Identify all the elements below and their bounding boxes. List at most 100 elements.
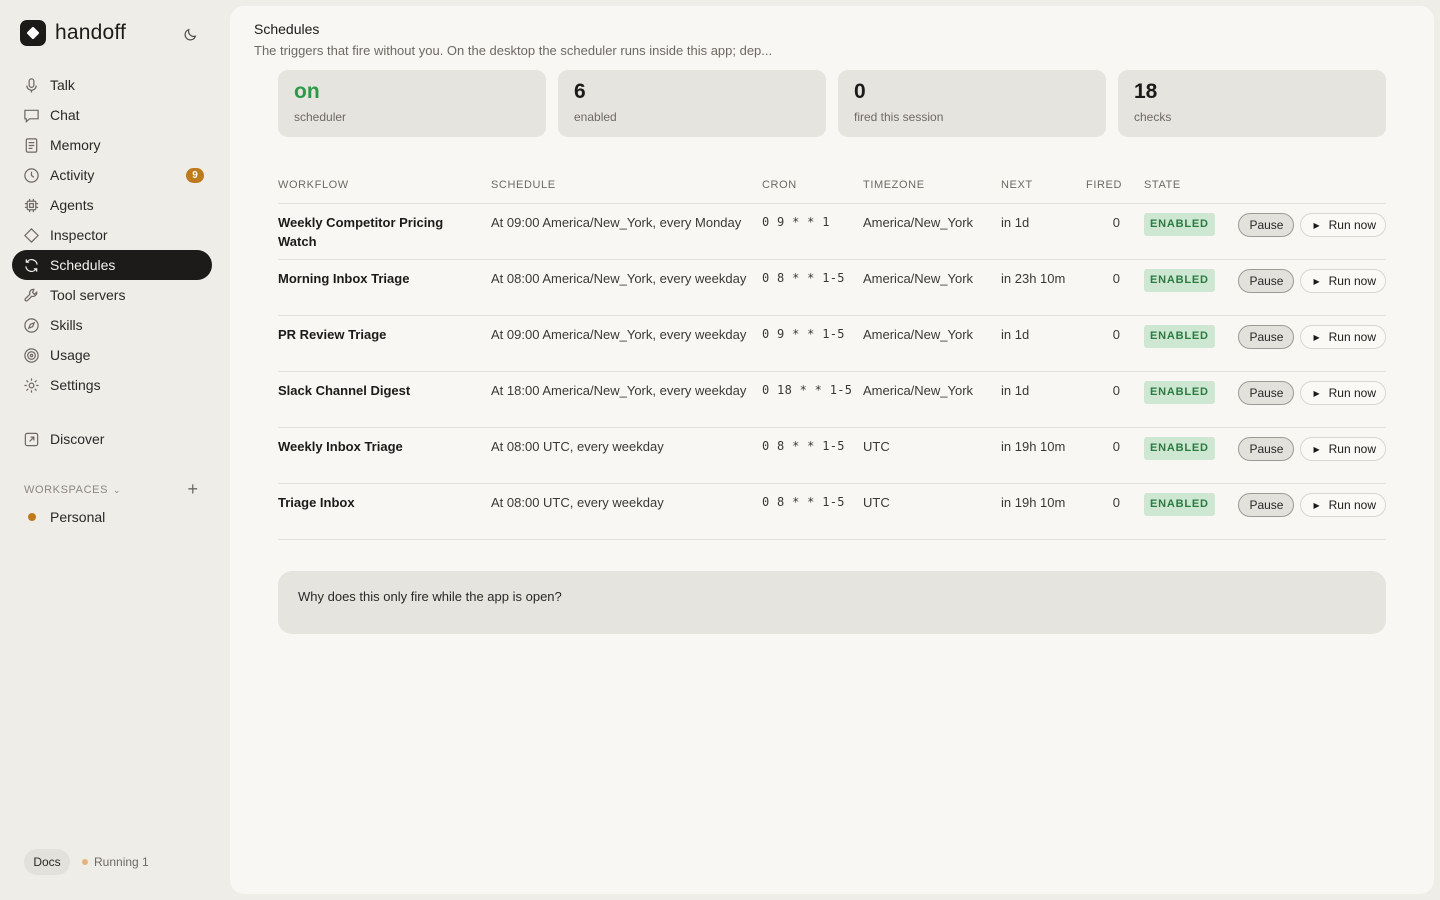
column-header-timezone[interactable]: TIMEZONE (863, 174, 1001, 204)
workflow-name[interactable]: PR Review Triage (278, 315, 491, 372)
next-run: in 19h 10m (1001, 483, 1086, 540)
run-now-label: Run now (1328, 385, 1376, 400)
workflow-name[interactable]: Slack Channel Digest (278, 371, 491, 428)
workspace-item-personal[interactable]: Personal (24, 506, 105, 528)
run-now-button[interactable]: ▶ Run now (1300, 380, 1386, 405)
column-header-schedule[interactable]: SCHEDULE (491, 174, 762, 204)
cpu-icon (24, 198, 39, 212)
diamond-icon (24, 227, 39, 243)
faq-disclosure[interactable]: Why does this only fire while the app is… (278, 571, 1386, 634)
table-row: PR Review Triage At 09:00 America/New_Yo… (278, 315, 1386, 372)
pause-button[interactable]: Pause (1238, 492, 1295, 517)
workspace-color-dot (28, 513, 36, 521)
sidebar-item-label: Discover (50, 431, 105, 447)
sidebar-item-tool-servers[interactable]: Tool servers (12, 280, 212, 310)
play-icon: ▶ (1313, 500, 1320, 510)
sidebar-item-agents[interactable]: Agents (12, 190, 212, 220)
row-actions: Pause ▶ Run now (1232, 371, 1386, 428)
run-now-button[interactable]: ▶ Run now (1300, 492, 1386, 517)
timezone: UTC (863, 483, 1001, 540)
sidebar-item-activity[interactable]: Activity 9 (12, 160, 212, 190)
run-now-label: Run now (1328, 497, 1376, 512)
docs-button[interactable]: Docs (24, 849, 70, 875)
sidebar-item-discover[interactable]: Discover (12, 424, 212, 454)
schedule-description: At 08:00 UTC, every weekday (491, 483, 762, 540)
stat-label: fired this session (854, 110, 944, 124)
gear-icon (24, 377, 39, 393)
state-cell: ENABLED (1144, 371, 1232, 428)
sidebar-item-settings[interactable]: Settings (12, 370, 212, 400)
run-now-label: Run now (1328, 329, 1376, 344)
chevron-down-icon: ⌄ (113, 484, 122, 495)
running-status[interactable]: Running 1 (82, 855, 149, 869)
sidebar-item-schedules[interactable]: Schedules (12, 250, 212, 280)
sidebar-item-memory[interactable]: Memory (12, 130, 212, 160)
discover-section: Discover (12, 424, 212, 454)
run-now-button[interactable]: ▶ Run now (1300, 268, 1386, 293)
cron-expression: 0 8 * * 1-5 (762, 427, 863, 484)
play-icon: ▶ (1313, 332, 1320, 342)
running-status-dot (82, 859, 88, 865)
next-run: in 19h 10m (1001, 427, 1086, 484)
brand[interactable]: handoff (20, 20, 126, 46)
row-actions: Pause ▶ Run now (1232, 427, 1386, 484)
sidebar-item-label: Usage (50, 347, 91, 363)
sidebar-item-chat[interactable]: Chat (12, 100, 212, 130)
workflow-name[interactable]: Weekly Competitor Pricing Watch (278, 203, 491, 260)
stat-label: checks (1134, 110, 1172, 124)
pause-button[interactable]: Pause (1238, 268, 1295, 293)
workspaces-header[interactable]: WORKSPACES ⌄ + (24, 480, 202, 498)
stat-card-checks: 18 checks (1118, 70, 1386, 137)
table-row: Triage Inbox At 08:00 UTC, every weekday… (278, 483, 1386, 540)
timezone: America/New_York (863, 371, 1001, 428)
timezone: America/New_York (863, 315, 1001, 372)
run-now-button[interactable]: ▶ Run now (1300, 324, 1386, 349)
state-cell: ENABLED (1144, 259, 1232, 316)
state-cell: ENABLED (1144, 483, 1232, 540)
add-workspace-icon[interactable]: + (184, 480, 202, 498)
pause-button[interactable]: Pause (1238, 324, 1295, 349)
run-now-button[interactable]: ▶ Run now (1300, 212, 1386, 237)
column-header-next[interactable]: NEXT (1001, 174, 1086, 204)
sidebar-item-label: Inspector (50, 227, 108, 243)
state-cell: ENABLED (1144, 427, 1232, 484)
schedules-table: WORKFLOW SCHEDULE CRON TIMEZONE NEXT FIR… (278, 174, 1386, 540)
next-run: in 1d (1001, 371, 1086, 428)
column-header-fired[interactable]: FIRED (1086, 174, 1144, 204)
next-run: in 23h 10m (1001, 259, 1086, 316)
wrench-icon (24, 288, 38, 302)
state-cell: ENABLED (1144, 203, 1232, 260)
running-label: Running 1 (94, 855, 149, 869)
sidebar-item-talk[interactable]: Talk (12, 70, 212, 100)
pause-button[interactable]: Pause (1238, 436, 1295, 461)
pause-button[interactable]: Pause (1238, 380, 1295, 405)
run-now-button[interactable]: ▶ Run now (1300, 436, 1386, 461)
workflow-name[interactable]: Morning Inbox Triage (278, 259, 491, 316)
sidebar-item-usage[interactable]: Usage (12, 340, 212, 370)
schedule-description: At 09:00 America/New_York, every Monday (491, 203, 762, 260)
sidebar-item-skills[interactable]: Skills (12, 310, 212, 340)
pause-button[interactable]: Pause (1238, 212, 1295, 237)
status-badge: ENABLED (1144, 324, 1215, 348)
workflow-name[interactable]: Weekly Inbox Triage (278, 427, 491, 484)
next-run: in 1d (1001, 203, 1086, 260)
status-badge: ENABLED (1144, 268, 1215, 292)
handoff-logo-icon (20, 20, 46, 46)
stat-value: on (294, 80, 320, 103)
workflow-name[interactable]: Triage Inbox (278, 483, 491, 540)
theme-toggle-moon-icon[interactable] (181, 24, 201, 44)
sidebar-item-label: Schedules (50, 257, 116, 273)
column-header-workflow[interactable]: WORKFLOW (278, 174, 491, 204)
status-badge: ENABLED (1144, 492, 1215, 516)
column-header-cron[interactable]: CRON (762, 174, 863, 204)
main-panel: Schedules The triggers that fire without… (230, 6, 1434, 894)
state-cell: ENABLED (1144, 315, 1232, 372)
play-icon: ▶ (1313, 444, 1320, 454)
sidebar-item-inspector[interactable]: Inspector (12, 220, 212, 250)
cron-expression: 0 18 * * 1-5 (762, 371, 863, 428)
sidebar-item-label: Agents (50, 197, 94, 213)
column-header-state[interactable]: STATE (1144, 174, 1232, 204)
row-actions: Pause ▶ Run now (1232, 315, 1386, 372)
document-icon (25, 137, 38, 153)
sidebar-item-label: Skills (50, 317, 83, 333)
